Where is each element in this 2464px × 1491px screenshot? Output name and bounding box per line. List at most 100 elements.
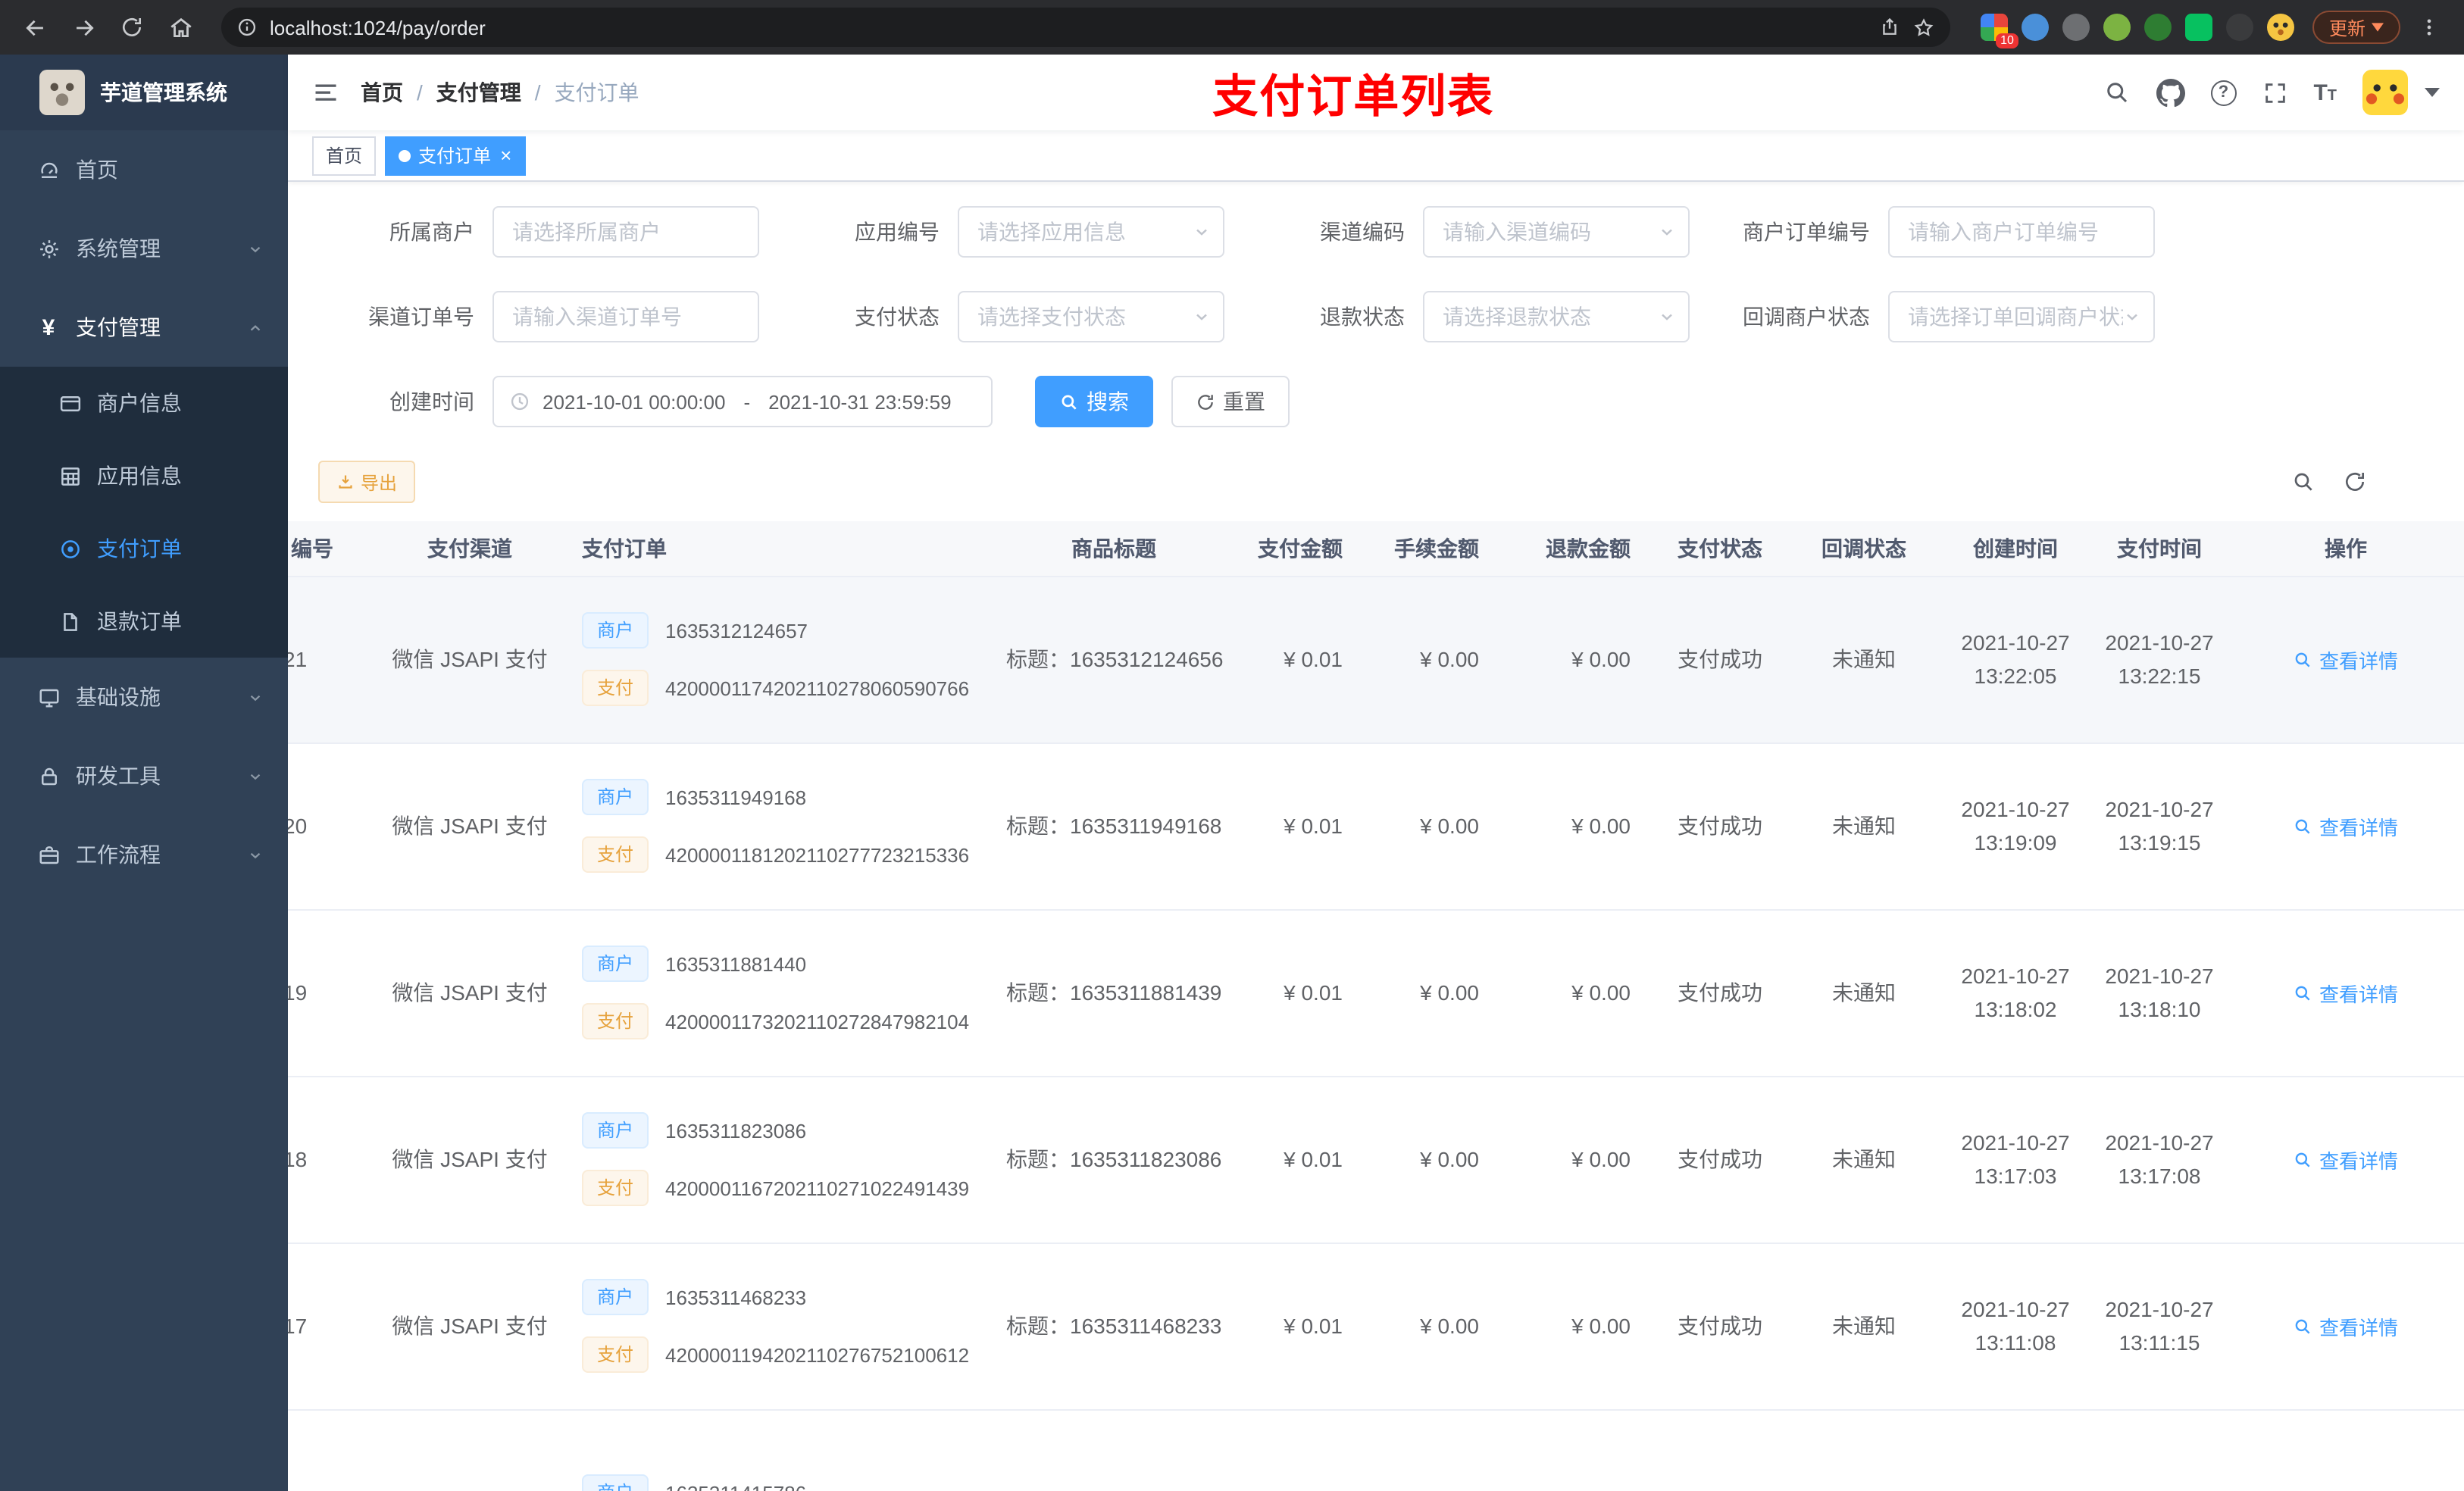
export-button[interactable]: 导出 bbox=[318, 461, 416, 503]
chevron-down-icon bbox=[2123, 308, 2141, 326]
orders-table: 编号 支付渠道 支付订单 商品标题 支付金额 手续金额 退款金额 支付状态 回调… bbox=[288, 521, 2464, 1491]
table-row: 20 微信 JSAPI 支付 商户1635311949168 支付4200001… bbox=[288, 742, 2464, 910]
sidebar-item-home[interactable]: 首页 bbox=[0, 130, 288, 209]
sidebar-item-label: 应用信息 bbox=[97, 464, 182, 488]
back-icon[interactable] bbox=[15, 8, 55, 47]
share-icon[interactable] bbox=[1879, 17, 1900, 38]
pay-tag: 支付 bbox=[582, 836, 649, 873]
sidebar-item-app-info[interactable]: 应用信息 bbox=[0, 439, 288, 512]
sidebar-item-refund-order[interactable]: 退款订单 bbox=[0, 585, 288, 658]
toggle-search-icon[interactable] bbox=[2291, 470, 2315, 494]
site-info-icon[interactable] bbox=[236, 17, 258, 38]
status-badge: 支付成功 bbox=[1678, 1314, 1762, 1338]
search-icon bbox=[2296, 985, 2311, 1000]
notify-status-select[interactable]: 请选择订单回调商户状态 bbox=[1888, 291, 2155, 342]
app-no-select[interactable]: 请选择应用信息 bbox=[958, 206, 1224, 258]
chevron-down-icon bbox=[1658, 308, 1676, 326]
filter-label-channel-code: 渠道编码 bbox=[1320, 220, 1405, 244]
sidebar-item-label: 系统管理 bbox=[76, 236, 161, 261]
tab-home[interactable]: 首页 bbox=[312, 136, 377, 175]
header-search-icon[interactable] bbox=[2103, 79, 2130, 106]
channel-order-no-input[interactable] bbox=[492, 291, 759, 342]
sidebar-toggle-icon[interactable] bbox=[312, 79, 339, 106]
refresh-icon bbox=[1198, 394, 1213, 409]
extension-pin-icon[interactable] bbox=[2225, 14, 2253, 41]
sidebar-item-label: 工作流程 bbox=[76, 842, 161, 867]
view-detail-link[interactable]: 查看详情 bbox=[2294, 1145, 2398, 1174]
create-time-range-picker[interactable]: 2021-10-01 00:00:00 - 2021-10-31 23:59:5… bbox=[492, 376, 993, 427]
sidebar-item-label: 研发工具 bbox=[76, 764, 161, 788]
forward-icon[interactable] bbox=[64, 8, 103, 47]
grid-table-icon bbox=[58, 464, 82, 487]
bookmark-star-icon[interactable] bbox=[1912, 16, 1935, 39]
view-detail-link[interactable]: 查看详情 bbox=[2294, 978, 2398, 1007]
merchant-tag: 商户 bbox=[582, 1474, 649, 1491]
font-size-icon[interactable]: TT bbox=[2313, 80, 2337, 105]
table-header-row: 编号 支付渠道 支付订单 商品标题 支付金额 手续金额 退款金额 支付状态 回调… bbox=[288, 521, 2464, 577]
pay-tag: 支付 bbox=[582, 1170, 649, 1206]
extensions-area: 10 bbox=[1980, 14, 2294, 48]
dashboard-icon bbox=[36, 158, 61, 181]
sidebar-item-label: 首页 bbox=[76, 158, 118, 182]
sidebar-item-payment[interactable]: ¥ 支付管理 bbox=[0, 288, 288, 367]
url-text: localhost:1024/pay/order bbox=[270, 16, 486, 39]
github-icon[interactable] bbox=[2156, 78, 2185, 107]
sidebar-item-pay-order[interactable]: 支付订单 bbox=[0, 512, 288, 585]
extension-green-icon[interactable] bbox=[2103, 14, 2131, 41]
search-button[interactable]: 搜索 bbox=[1035, 376, 1153, 427]
update-label: 更新 bbox=[2328, 17, 2366, 39]
home-icon[interactable] bbox=[161, 8, 200, 47]
refresh-table-icon[interactable] bbox=[2343, 470, 2367, 494]
channel-code-select[interactable]: 请输入渠道编码 bbox=[1423, 206, 1690, 258]
extension-palette-icon[interactable]: 10 bbox=[1980, 14, 2018, 48]
extension-v-icon[interactable] bbox=[2143, 14, 2172, 41]
tab-pay-order[interactable]: 支付订单 × bbox=[385, 136, 526, 175]
sidebar-item-label: 商户信息 bbox=[97, 391, 182, 415]
merchant-tag: 商户 bbox=[582, 1112, 649, 1149]
col-header-notify: 回调状态 bbox=[1788, 521, 1940, 577]
sidebar-item-devtools[interactable]: 研发工具 bbox=[0, 736, 288, 815]
sidebar-item-label: 基础设施 bbox=[76, 685, 161, 709]
table-row-partial: 商户1635311415786 bbox=[288, 1409, 2464, 1491]
extension-avatar-icon[interactable] bbox=[2266, 14, 2294, 41]
merchant-tag: 商户 bbox=[582, 612, 649, 649]
app-frame: 芋道管理系统 首页 系统管理 ¥ 支付管理 商户信息 应用信息 支付订单 退款订… bbox=[0, 55, 2464, 1491]
close-icon[interactable]: × bbox=[500, 145, 511, 165]
fullscreen-icon[interactable] bbox=[2262, 80, 2287, 105]
sidebar-item-infra[interactable]: 基础设施 bbox=[0, 658, 288, 736]
chevron-down-icon bbox=[247, 240, 264, 257]
view-detail-link[interactable]: 查看详情 bbox=[2294, 645, 2398, 674]
update-button[interactable]: 更新 bbox=[2312, 11, 2400, 44]
search-icon bbox=[2296, 818, 2311, 833]
help-icon[interactable]: ? bbox=[2210, 80, 2237, 105]
date-end-value: 2021-10-31 23:59:59 bbox=[768, 390, 952, 413]
pay-status-select[interactable]: 请选择支付状态 bbox=[958, 291, 1224, 342]
pay-tag: 支付 bbox=[582, 670, 649, 706]
refund-status-select[interactable]: 请选择退款状态 bbox=[1423, 291, 1690, 342]
tab-label: 首页 bbox=[326, 145, 363, 167]
user-avatar[interactable] bbox=[2362, 70, 2408, 115]
avatar-caret-icon[interactable] bbox=[2425, 88, 2440, 97]
view-detail-link[interactable]: 查看详情 bbox=[2294, 1311, 2398, 1340]
sidebar-item-label: 退款订单 bbox=[97, 609, 182, 633]
breadcrumb-current: 支付订单 bbox=[554, 80, 639, 105]
sidebar-item-merchant-info[interactable]: 商户信息 bbox=[0, 367, 288, 439]
status-badge: 支付成功 bbox=[1678, 647, 1762, 671]
breadcrumb-section[interactable]: 支付管理 bbox=[436, 77, 521, 108]
breadcrumb-home[interactable]: 首页 bbox=[361, 77, 403, 108]
sidebar-logo[interactable]: 芋道管理系统 bbox=[0, 55, 288, 130]
merchant-filter-input[interactable] bbox=[492, 206, 759, 258]
view-detail-link[interactable]: 查看详情 bbox=[2294, 811, 2398, 840]
target-icon bbox=[58, 537, 82, 560]
reset-button[interactable]: 重置 bbox=[1171, 376, 1290, 427]
sidebar-item-system[interactable]: 系统管理 bbox=[0, 209, 288, 288]
pay-tag: 支付 bbox=[582, 1003, 649, 1039]
extension-drop-icon[interactable] bbox=[2021, 14, 2049, 41]
extension-gray-icon[interactable] bbox=[2062, 14, 2090, 41]
extension-chat-icon[interactable] bbox=[2184, 14, 2212, 41]
sidebar-item-workflow[interactable]: 工作流程 bbox=[0, 815, 288, 894]
merchant-order-no-input[interactable] bbox=[1888, 206, 2155, 258]
browser-menu-icon[interactable] bbox=[2409, 8, 2449, 47]
url-bar[interactable]: localhost:1024/pay/order bbox=[221, 8, 1950, 47]
reload-icon[interactable] bbox=[112, 8, 152, 47]
